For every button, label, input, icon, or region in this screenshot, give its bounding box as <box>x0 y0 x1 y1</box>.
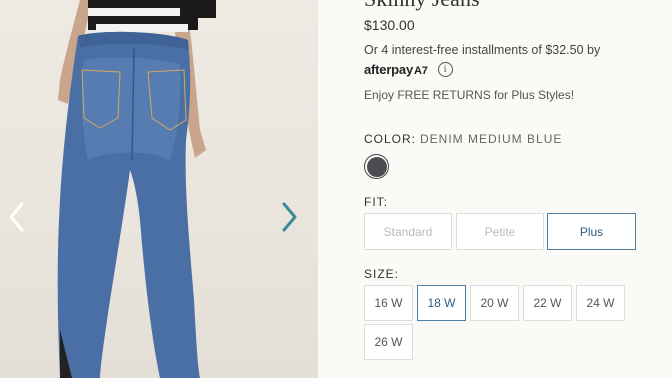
color-value: DENIM MEDIUM BLUE <box>420 132 563 146</box>
product-photo <box>57 0 216 378</box>
size-option-26w[interactable]: 26 W <box>364 324 413 360</box>
size-option-24w[interactable]: 24 W <box>576 285 625 321</box>
product-title: Skinny Jeans <box>364 0 480 12</box>
fit-option-plus[interactable]: Plus <box>547 213 636 250</box>
size-option-16w[interactable]: 16 W <box>364 285 413 321</box>
product-price: $130.00 <box>364 17 415 33</box>
size-option-20w[interactable]: 20 W <box>470 285 519 321</box>
info-icon[interactable]: i <box>437 62 453 77</box>
size-label: SIZE: <box>364 267 400 281</box>
next-image-button[interactable] <box>276 198 302 236</box>
afterpay-row: afterpayA7 i <box>364 62 453 77</box>
installments-text: Or 4 interest-free installments of $32.5… <box>364 43 601 57</box>
product-image-gallery <box>0 0 318 378</box>
color-swatch-fill <box>366 156 387 177</box>
fit-option-petite[interactable]: Petite <box>456 213 544 250</box>
fit-option-standard[interactable]: Standard <box>364 213 452 250</box>
fit-label: FIT: <box>364 195 388 209</box>
afterpay-mark: A7 <box>413 65 428 77</box>
chevron-left-icon <box>9 202 24 232</box>
color-label: COLOR: DENIM MEDIUM BLUE <box>364 132 562 146</box>
size-option-18w[interactable]: 18 W <box>417 285 466 321</box>
color-label-text: COLOR: <box>364 132 417 146</box>
product-details-panel: Skinny Jeans $130.00 Or 4 interest-free … <box>318 0 672 378</box>
afterpay-logo-text: afterpay <box>364 62 413 77</box>
size-option-22w[interactable]: 22 W <box>523 285 572 321</box>
chevron-right-icon <box>282 202 297 232</box>
free-returns-text: Enjoy FREE RETURNS for Plus Styles! <box>364 88 575 102</box>
color-swatch[interactable] <box>364 154 389 179</box>
afterpay-logo: afterpayA7 <box>364 62 428 77</box>
previous-image-button[interactable] <box>4 198 30 236</box>
